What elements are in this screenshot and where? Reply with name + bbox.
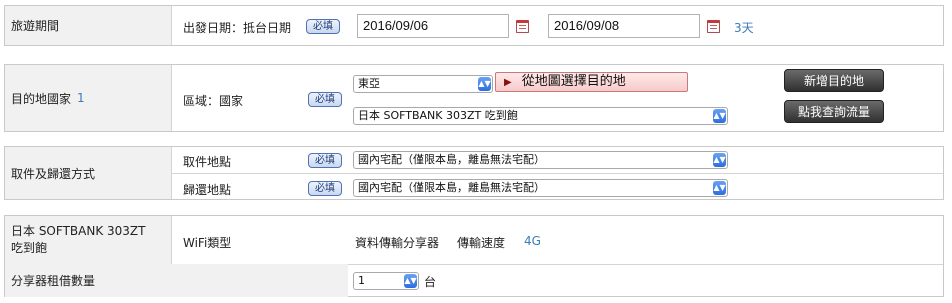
quantity-label-text: 分享器租借數量 [11, 274, 96, 288]
play-arrow-icon: ▶ [504, 77, 512, 88]
destination-section: 目的地國家 1 區域：國家 必填 東亞 ▲▼ ▶ 從地圖選擇目的地 日本 SOFT… [4, 64, 944, 132]
destination-count: 1 [77, 91, 85, 105]
pickup-location-select[interactable]: 國內宅配（僅限本島，離島無法宅配） ▲▼ [353, 151, 728, 169]
transfer-speed-value: 4G [524, 234, 541, 248]
pickup-return-section: 取件及歸還方式 取件地點 必填 國內宅配（僅限本島，離島無法宅配） ▲▼ 歸還地… [4, 146, 944, 200]
required-badge: 必填 [308, 181, 342, 196]
start-date-field[interactable]: 2016/09/06 [357, 14, 509, 38]
pickup-location-label: 取件地點 [183, 155, 232, 169]
add-destination-button[interactable]: 新增目的地 [784, 69, 884, 92]
chevron-updown-icon: ▲▼ [713, 109, 726, 123]
required-badge: 必填 [306, 19, 340, 34]
chevron-updown-icon: ▲▼ [713, 181, 726, 195]
row-divider [172, 173, 943, 174]
device-name-text: 日本 SOFTBANK 303ZT 吃到飽 [11, 224, 146, 255]
return-location-select[interactable]: 國內宅配（僅限本島，離島無法宅配） ▲▼ [353, 179, 728, 197]
calendar-icon[interactable] [516, 20, 529, 33]
travel-period-label-text: 旅遊期間 [11, 19, 60, 33]
map-select-destination-label: 從地圖選擇目的地 [521, 74, 626, 89]
required-badge: 必填 [308, 92, 342, 107]
quantity-label: 分享器租借數量 [5, 264, 172, 297]
check-data-usage-button[interactable]: 點我查詢流量 [784, 100, 884, 123]
region-select-value: 東亞 [358, 77, 380, 90]
chevron-updown-icon: ▲▼ [713, 153, 726, 167]
quantity-select[interactable]: 1 ▲▼ [353, 272, 419, 290]
travel-period-section: 旅遊期間 出發日期：抵台日期 必填 2016/09/06 2016/09/08 … [4, 5, 944, 46]
device-name-label: 日本 SOFTBANK 303ZT 吃到飽 [5, 216, 172, 264]
end-date-field[interactable]: 2016/09/08 [548, 14, 700, 38]
transfer-speed-label: 傳輸速度 [457, 236, 506, 250]
region-country-label: 區域：國家 [183, 94, 244, 108]
return-location-select-value: 國內宅配（僅限本島，離島無法宅配） [358, 181, 545, 194]
chevron-updown-icon: ▲▼ [478, 77, 491, 91]
quantity-select-value: 1 [358, 274, 365, 287]
plan-select-value: 日本 SOFTBANK 303ZT 吃到飽 [358, 109, 518, 122]
region-select[interactable]: 東亞 ▲▼ [353, 75, 493, 93]
chevron-updown-icon: ▲▼ [404, 274, 417, 288]
quantity-label-bg-extension [172, 264, 348, 297]
wifi-type-label: WiFi類型 [183, 236, 232, 250]
required-badge: 必填 [308, 153, 342, 168]
travel-period-label: 旅遊期間 [5, 6, 172, 45]
pickup-return-label-text: 取件及歸還方式 [11, 166, 96, 181]
trip-days-count: 3天 [734, 21, 754, 35]
pickup-location-select-value: 國內宅配（僅限本島，離島無法宅配） [358, 153, 545, 166]
map-select-destination-button[interactable]: ▶ 從地圖選擇目的地 [495, 72, 688, 92]
return-location-label: 歸還地點 [183, 183, 232, 197]
departure-return-date-label: 出發日期：抵台日期 [183, 21, 292, 35]
calendar-icon[interactable] [707, 20, 720, 33]
pickup-return-label: 取件及歸還方式 [5, 147, 172, 199]
wifi-type-value: 資料傳輸分享器 [355, 236, 440, 250]
destination-label: 目的地國家 1 [5, 65, 172, 131]
quantity-unit: 台 [424, 275, 437, 289]
destination-label-text: 目的地國家 [11, 91, 72, 106]
device-section: 日本 SOFTBANK 303ZT 吃到飽 WiFi類型 資料傳輸分享器 傳輸速… [4, 215, 944, 297]
plan-select[interactable]: 日本 SOFTBANK 303ZT 吃到飽 ▲▼ [353, 107, 728, 125]
